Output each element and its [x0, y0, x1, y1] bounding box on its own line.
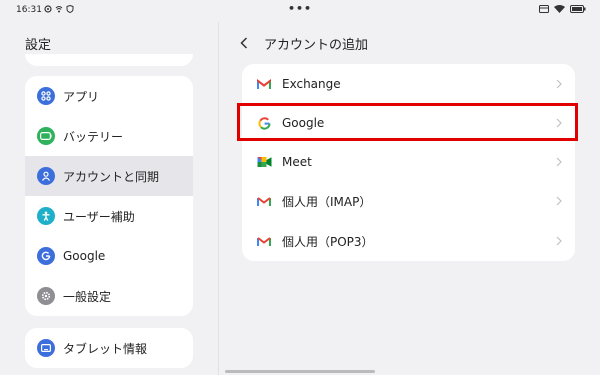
chevron-left-icon [240, 37, 248, 49]
account-type-imap[interactable]: 個人用（IMAP） [242, 181, 575, 221]
status-bar: 16:31 ••• [0, 0, 600, 22]
gmail-icon [256, 233, 272, 249]
settings-item-label: バッテリー [63, 129, 124, 144]
highlight-annotation-box [237, 103, 578, 141]
gmail-icon [256, 193, 272, 209]
settings-item-label: アプリ [63, 89, 100, 104]
chevron-right-icon [556, 157, 562, 167]
battery-status-icon [570, 5, 586, 13]
settings-item-label: 一般設定 [63, 289, 112, 304]
settings-item-apps[interactable]: アプリ [25, 76, 193, 116]
pane-divider [218, 22, 219, 375]
settings-item-label: タブレット情報 [63, 341, 148, 356]
settings-item-general[interactable]: 一般設定 [25, 276, 193, 316]
status-time: 16:31 [16, 5, 42, 15]
gear-icon [37, 287, 55, 305]
shield-notification-icon [66, 5, 74, 13]
account-person-icon [37, 167, 55, 185]
tablet-info-icon [37, 339, 55, 357]
status-notification-icons [44, 5, 74, 13]
scrolled-card-edge [25, 54, 193, 66]
account-type-exchange[interactable]: Exchange [242, 64, 575, 104]
settings-list: アプリ バッテリー アカウントと同期 ユーザー補助 Google 一般設定 [25, 76, 193, 316]
settings-notification-icon [44, 5, 52, 13]
settings-item-label: アカウントと同期 [63, 169, 160, 184]
gmail-icon [256, 76, 272, 92]
account-type-label: Exchange [282, 77, 341, 91]
settings-item-battery[interactable]: バッテリー [25, 116, 193, 156]
google-g-icon [37, 247, 55, 265]
settings-item-label: ユーザー補助 [63, 209, 135, 224]
chevron-right-icon [556, 79, 562, 89]
settings-title: 設定 [25, 38, 52, 53]
account-type-label: Meet [282, 155, 312, 169]
status-system-icons [539, 5, 586, 13]
home-indicator[interactable] [225, 370, 375, 373]
multi-window-handle[interactable]: ••• [288, 2, 312, 15]
account-type-meet[interactable]: Meet [242, 142, 575, 182]
settings-item-label: Google [63, 249, 106, 263]
settings-item-google[interactable]: Google [25, 236, 193, 276]
page-title: アカウントの追加 [264, 38, 369, 53]
meet-icon [256, 154, 272, 170]
account-type-label: 個人用（IMAP） [282, 194, 372, 209]
settings-item-tablet-info[interactable]: タブレット情報 [25, 328, 193, 368]
account-type-label: 個人用（POP3） [282, 234, 374, 249]
battery-icon [37, 127, 55, 145]
accessibility-icon [37, 207, 55, 225]
account-type-pop3[interactable]: 個人用（POP3） [242, 221, 575, 261]
account-type-list: Exchange Google Meet 個人用（IMAP） 個人用（POP3） [242, 64, 575, 261]
wifi-notification-icon [55, 6, 63, 13]
apps-grid-icon [37, 87, 55, 105]
settings-item-accessibility[interactable]: ユーザー補助 [25, 196, 193, 236]
wifi-icon [554, 5, 565, 13]
settings-item-accounts-sync[interactable]: アカウントと同期 [25, 156, 193, 196]
back-button[interactable] [236, 34, 252, 52]
chevron-right-icon [556, 196, 562, 206]
chevron-right-icon [556, 236, 562, 246]
card-icon [539, 5, 549, 13]
